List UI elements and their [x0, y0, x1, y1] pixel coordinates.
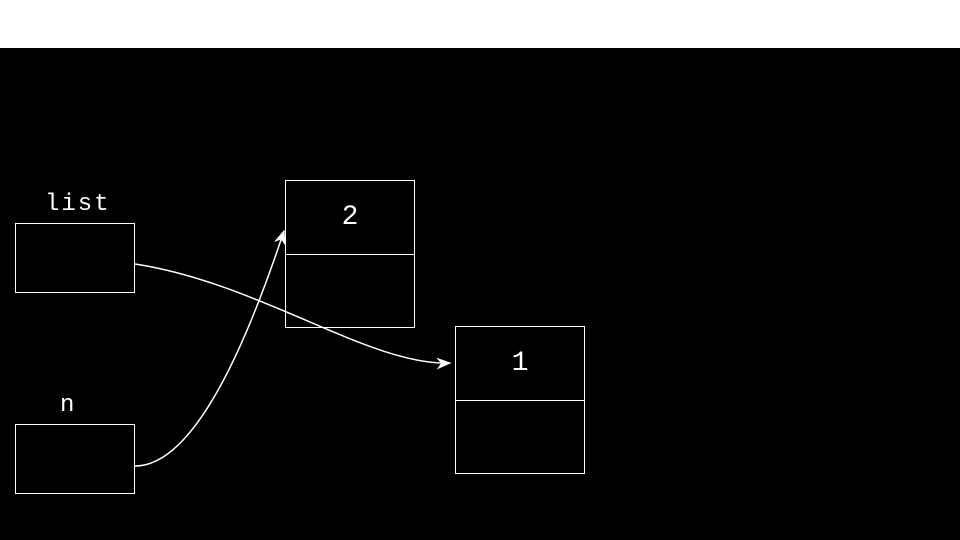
- code-header: n->next = NULL;: [0, 0, 960, 48]
- list-pointer-box: [15, 223, 135, 293]
- node-2-value: 2: [286, 181, 414, 255]
- list-label: list: [45, 191, 111, 218]
- node-2: 2: [285, 180, 415, 328]
- arrow-n-to-2: [135, 231, 284, 466]
- node-1-next: [456, 401, 584, 475]
- n-label: n: [60, 392, 76, 419]
- node-1-value: 1: [456, 327, 584, 401]
- node-2-next: [286, 255, 414, 329]
- diagram-canvas: list n 2 1: [0, 48, 960, 540]
- node-1: 1: [455, 326, 585, 474]
- n-pointer-box: [15, 424, 135, 494]
